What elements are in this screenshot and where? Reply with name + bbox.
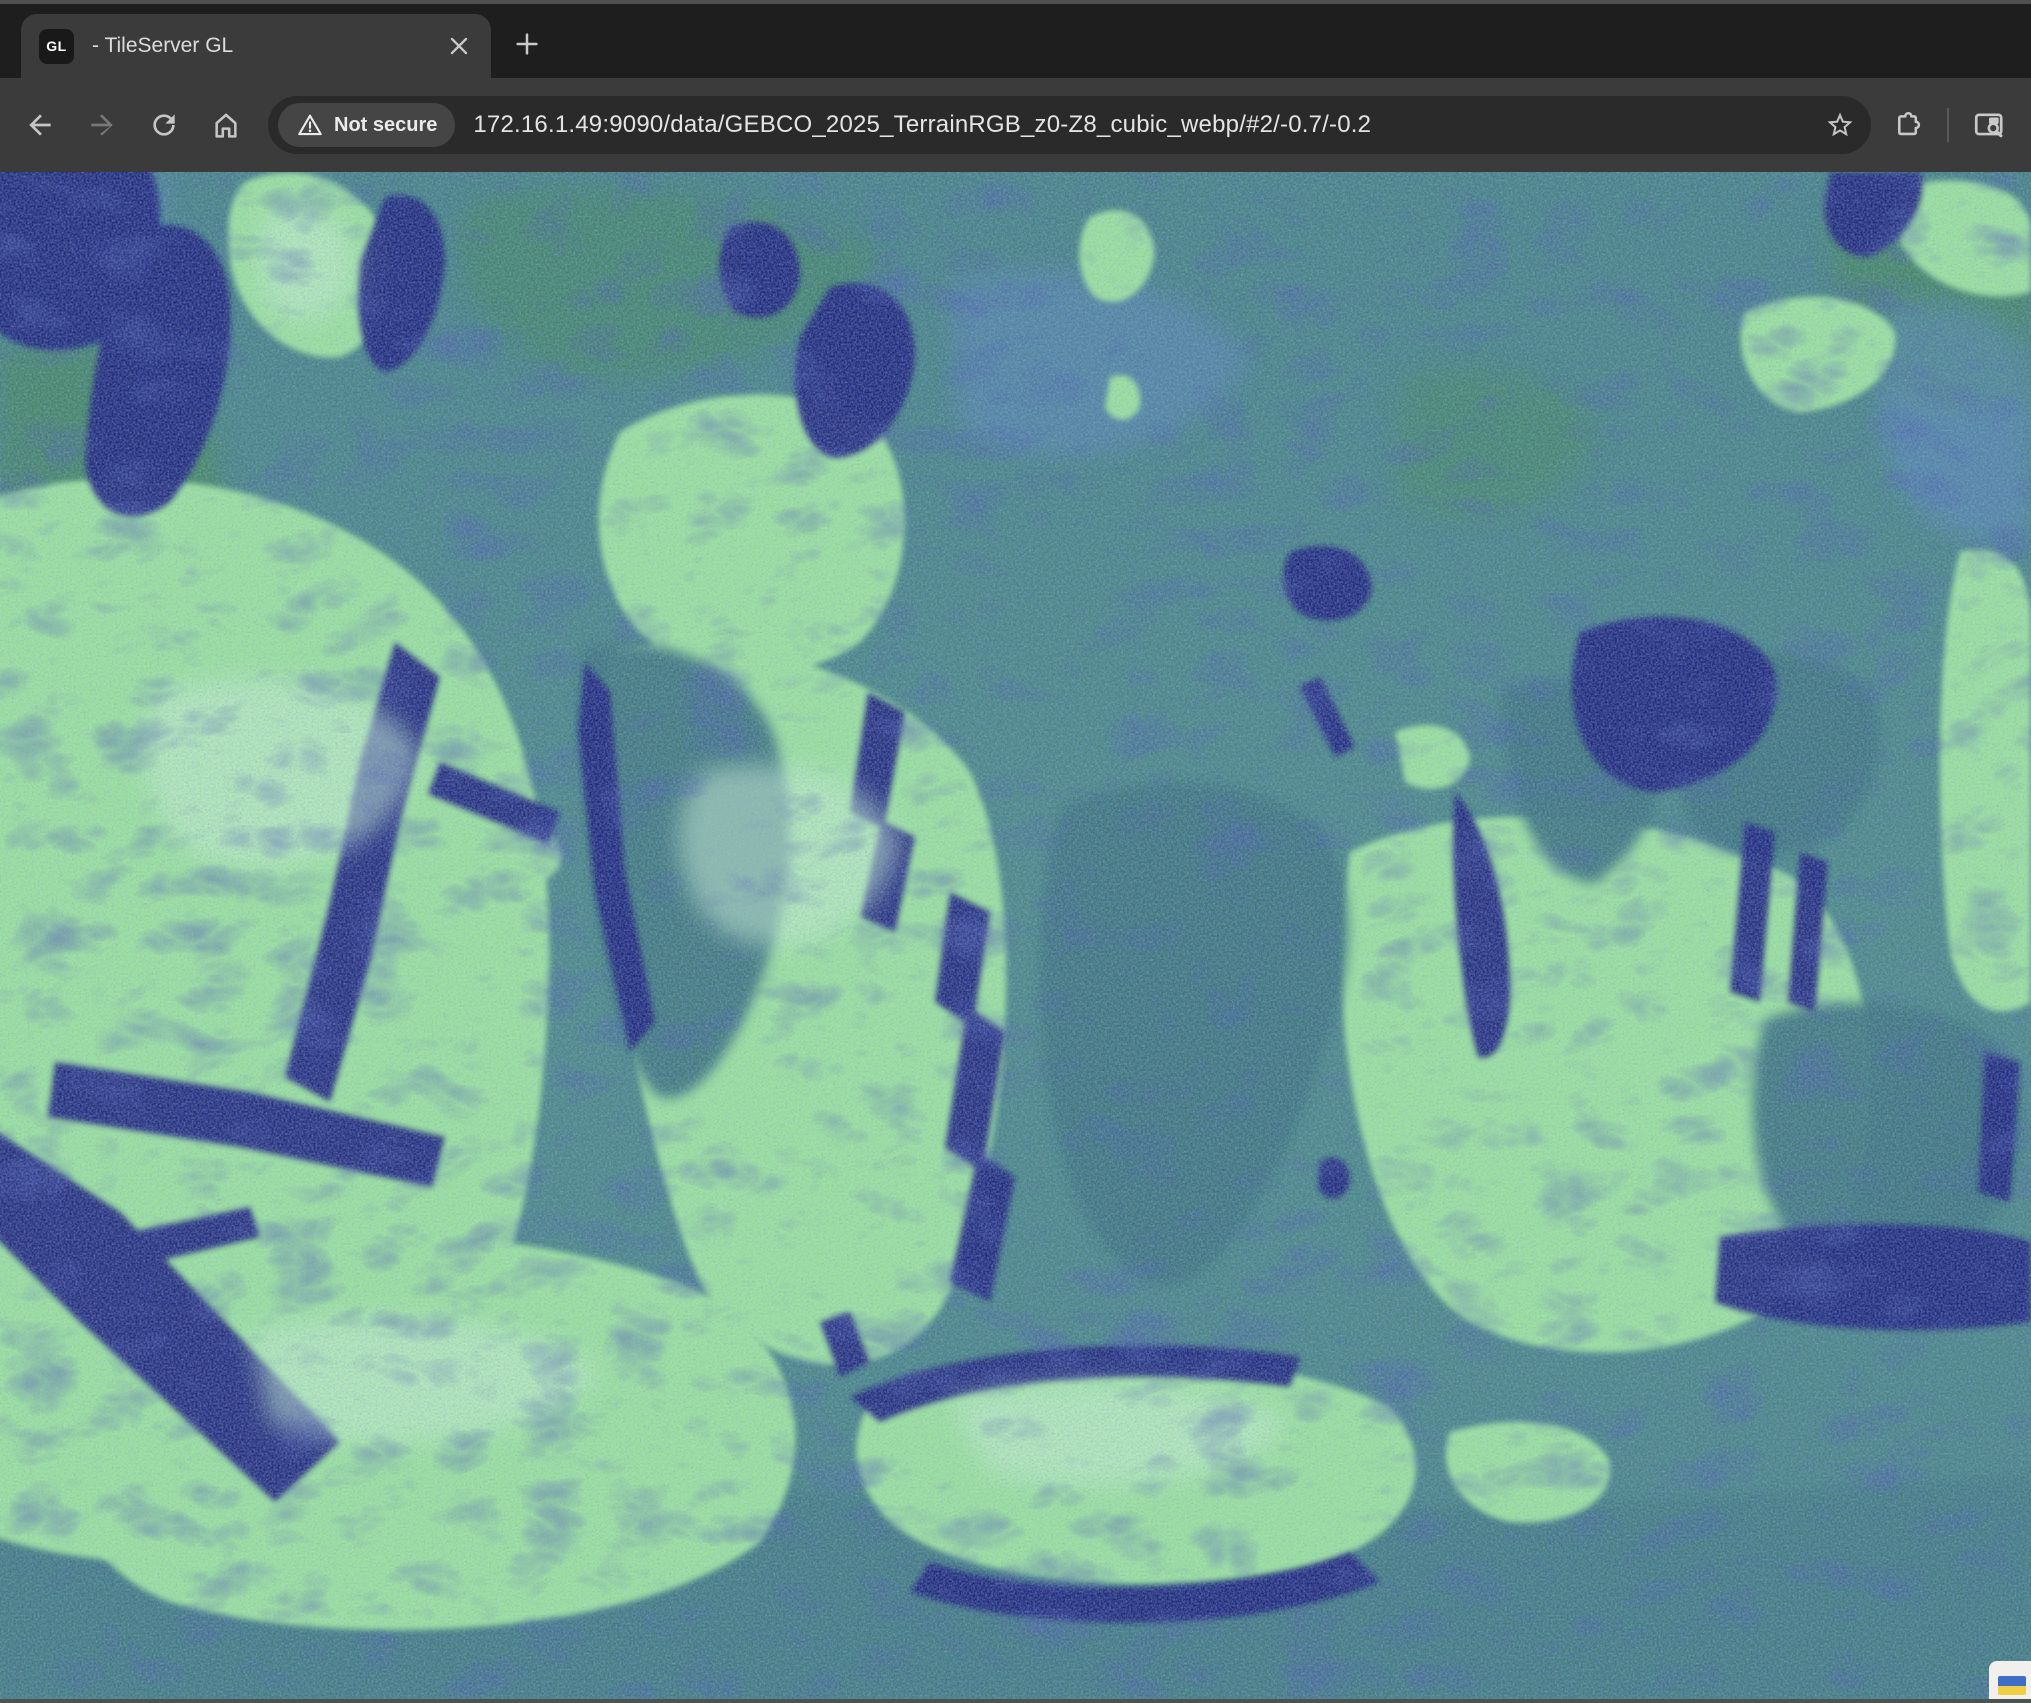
- reload-icon: [148, 109, 180, 141]
- ukraine-flag-icon: [1998, 1676, 2026, 1695]
- home-icon: [210, 109, 242, 141]
- map-viewport[interactable]: [0, 172, 2031, 1699]
- forward-arrow-icon: [86, 109, 118, 141]
- side-panel-search-button[interactable]: [1965, 101, 2013, 149]
- toolbar-right: [1883, 101, 2013, 149]
- close-icon: [446, 33, 472, 59]
- side-panel-search-icon: [1972, 108, 2006, 142]
- back-button[interactable]: [16, 101, 64, 149]
- new-tab-button[interactable]: [505, 22, 549, 66]
- bookmark-button[interactable]: [1817, 102, 1863, 148]
- tab-tileserver-gl[interactable]: GL - TileServer GL: [21, 14, 491, 78]
- home-button[interactable]: [202, 101, 250, 149]
- security-chip[interactable]: Not secure: [278, 103, 455, 147]
- url-text[interactable]: 172.16.1.49:9090/data/GEBCO_2025_Terrain…: [473, 111, 1817, 139]
- extensions-button[interactable]: [1883, 101, 1931, 149]
- window-bottom-edge: [0, 1699, 2031, 1703]
- browser-window: GL - TileServer GL: [0, 0, 2031, 1703]
- map-canvas[interactable]: [0, 172, 2031, 1699]
- reload-button[interactable]: [140, 101, 188, 149]
- map-attribution[interactable]: [1989, 1661, 2031, 1699]
- plus-icon: [512, 29, 542, 59]
- toolbar: Not secure 172.16.1.49:9090/data/GEBCO_2…: [0, 78, 2031, 172]
- forward-button[interactable]: [78, 101, 126, 149]
- toolbar-divider: [1947, 108, 1949, 142]
- tab-favicon: GL: [39, 29, 74, 64]
- tab-close-button[interactable]: [441, 28, 477, 64]
- star-icon: [1825, 110, 1855, 140]
- tab-strip: GL - TileServer GL: [0, 4, 2031, 78]
- address-bar[interactable]: Not secure 172.16.1.49:9090/data/GEBCO_2…: [268, 96, 1871, 154]
- tab-title: - TileServer GL: [92, 34, 441, 58]
- security-chip-label: Not secure: [334, 114, 437, 137]
- back-arrow-icon: [24, 109, 56, 141]
- puzzle-icon: [1891, 109, 1923, 141]
- warning-icon: [296, 111, 324, 139]
